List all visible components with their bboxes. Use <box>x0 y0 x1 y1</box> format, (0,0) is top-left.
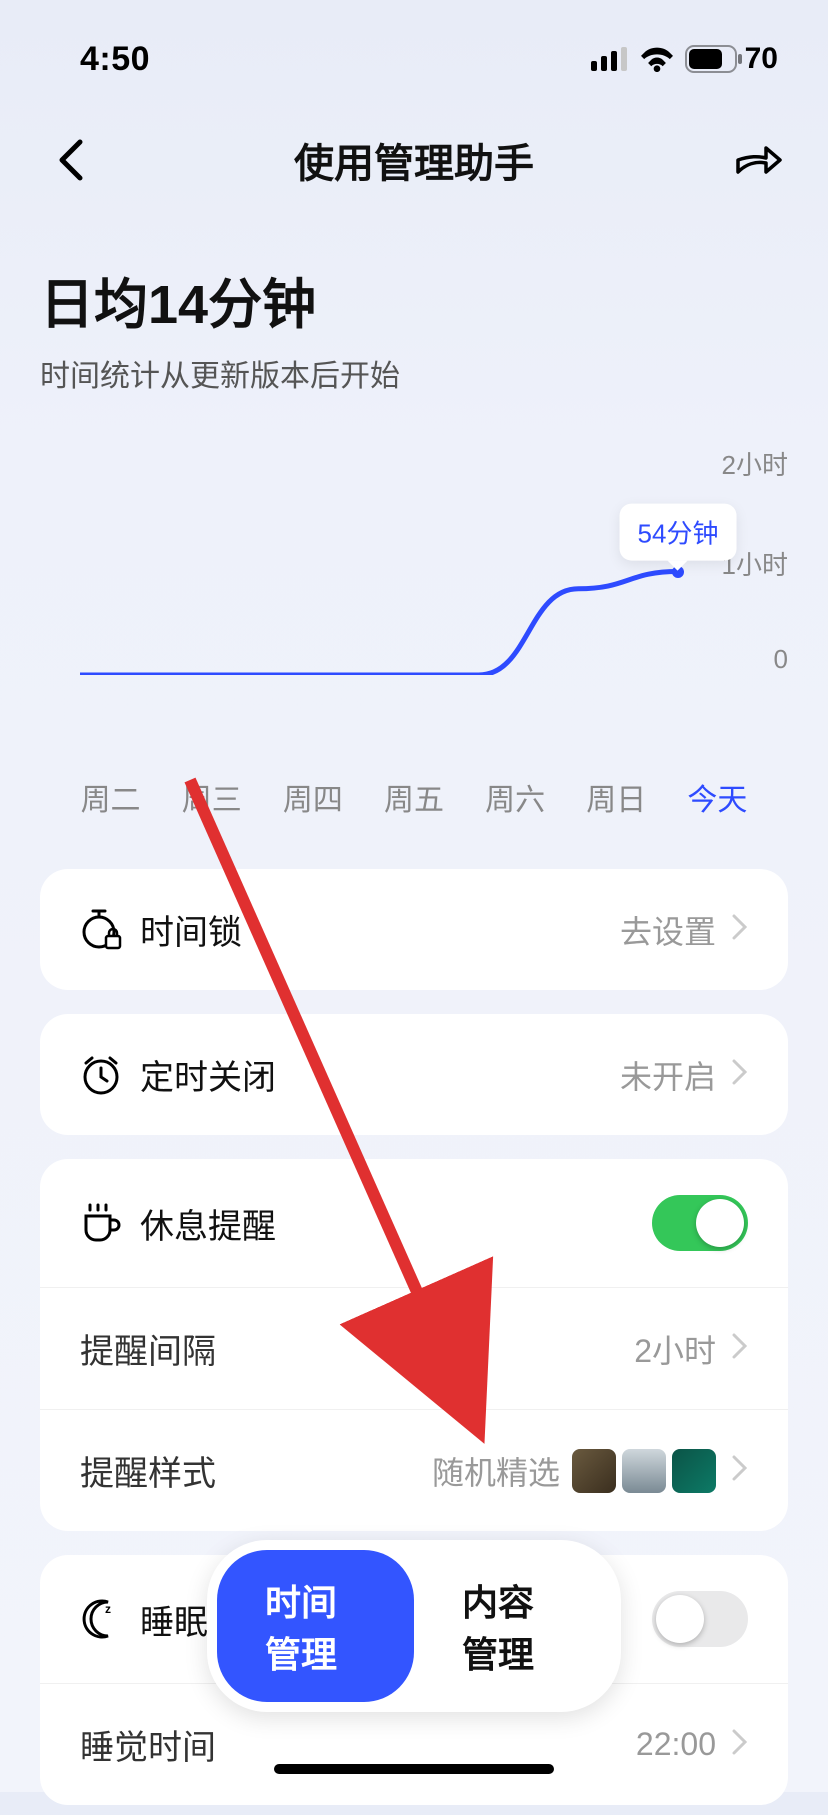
y-tick: 0 <box>774 644 788 675</box>
moon-icon: z <box>80 1598 122 1640</box>
status-time: 4:50 <box>80 40 150 79</box>
bottom-tabs: 时间管理 内容管理 <box>207 1540 621 1712</box>
x-tick[interactable]: 周日 <box>566 775 667 819</box>
y-tick: 2小时 <box>722 445 788 482</box>
summary: 日均14分钟 时间统计从更新版本后开始 <box>0 230 828 405</box>
battery-icon <box>685 45 743 73</box>
page-title: 使用管理助手 <box>294 131 534 189</box>
alarm-clock-icon <box>80 1054 122 1096</box>
svg-text:z: z <box>105 1602 111 1616</box>
x-tick[interactable]: 周四 <box>262 775 363 819</box>
daily-average-title: 日均14分钟 <box>40 260 788 339</box>
chart-plot-area: 54分钟 <box>80 445 678 675</box>
reminder-interval-label: 提醒间隔 <box>80 1324 216 1373</box>
wifi-icon <box>639 46 675 72</box>
chevron-right-icon <box>732 1333 748 1359</box>
chevron-right-icon <box>732 914 748 940</box>
scheduled-off-card: 定时关闭 未开启 <box>40 1014 788 1135</box>
sleep-time-label: 睡觉时间 <box>80 1720 216 1769</box>
rest-reminder-label: 休息提醒 <box>140 1199 276 1248</box>
time-lock-value: 去设置 <box>620 907 716 953</box>
x-tick[interactable]: 周三 <box>161 775 262 819</box>
stopwatch-lock-icon <box>80 909 122 951</box>
x-axis-labels: 周二周三周四周五周六周日今天 <box>0 735 828 859</box>
home-indicator[interactable] <box>274 1764 554 1774</box>
usage-chart: 2小时 1小时 0 54分钟 <box>0 405 828 735</box>
time-lock-card: 时间锁 去设置 <box>40 869 788 990</box>
cellular-icon <box>591 47 629 71</box>
time-lock-label: 时间锁 <box>140 905 242 954</box>
share-icon <box>734 140 782 180</box>
time-lock-row[interactable]: 时间锁 去设置 <box>40 869 788 990</box>
style-thumb <box>672 1449 716 1493</box>
x-tick[interactable]: 周六 <box>465 775 566 819</box>
reminder-style-value: 随机精选 <box>432 1448 560 1494</box>
sleep-time-value: 22:00 <box>636 1726 716 1763</box>
battery-percent: 70 <box>745 42 778 76</box>
status-indicators: 70 <box>591 42 778 76</box>
chart-highlight-bubble: 54分钟 <box>620 503 737 560</box>
share-button[interactable] <box>728 130 788 190</box>
x-tick[interactable]: 周二 <box>60 775 161 819</box>
sleep-reminder-toggle[interactable] <box>652 1591 748 1647</box>
style-thumbnails <box>572 1449 716 1493</box>
tab-time-management[interactable]: 时间管理 <box>217 1550 414 1702</box>
reminder-style-row[interactable]: 提醒样式 随机精选 <box>40 1409 788 1531</box>
rest-reminder-toggle[interactable] <box>652 1195 748 1251</box>
rest-reminder-row: 休息提醒 <box>40 1159 788 1287</box>
x-tick[interactable]: 周五 <box>363 775 464 819</box>
reminder-style-label: 提醒样式 <box>80 1446 216 1495</box>
chart-highlight-label: 54分钟 <box>638 518 719 548</box>
status-bar: 4:50 70 <box>0 0 828 100</box>
reminder-interval-row[interactable]: 提醒间隔 2小时 <box>40 1287 788 1409</box>
style-thumb <box>572 1449 616 1493</box>
chevron-right-icon <box>732 1729 748 1755</box>
chevron-right-icon <box>732 1455 748 1481</box>
summary-subtitle: 时间统计从更新版本后开始 <box>40 351 788 395</box>
scheduled-off-row[interactable]: 定时关闭 未开启 <box>40 1014 788 1135</box>
nav-bar: 使用管理助手 <box>0 100 828 230</box>
chevron-left-icon <box>56 138 84 182</box>
x-tick[interactable]: 今天 <box>667 775 768 819</box>
scheduled-off-label: 定时关闭 <box>140 1050 276 1099</box>
chevron-right-icon <box>732 1059 748 1085</box>
back-button[interactable] <box>40 130 100 190</box>
scheduled-off-value: 未开启 <box>620 1052 716 1098</box>
style-thumb <box>622 1449 666 1493</box>
rest-reminder-card: 休息提醒 提醒间隔 2小时 提醒样式 随机精选 <box>40 1159 788 1531</box>
tab-content-management[interactable]: 内容管理 <box>414 1550 611 1702</box>
y-axis-labels: 2小时 1小时 0 <box>722 445 788 675</box>
cup-icon <box>80 1202 122 1244</box>
reminder-interval-value: 2小时 <box>634 1326 716 1372</box>
